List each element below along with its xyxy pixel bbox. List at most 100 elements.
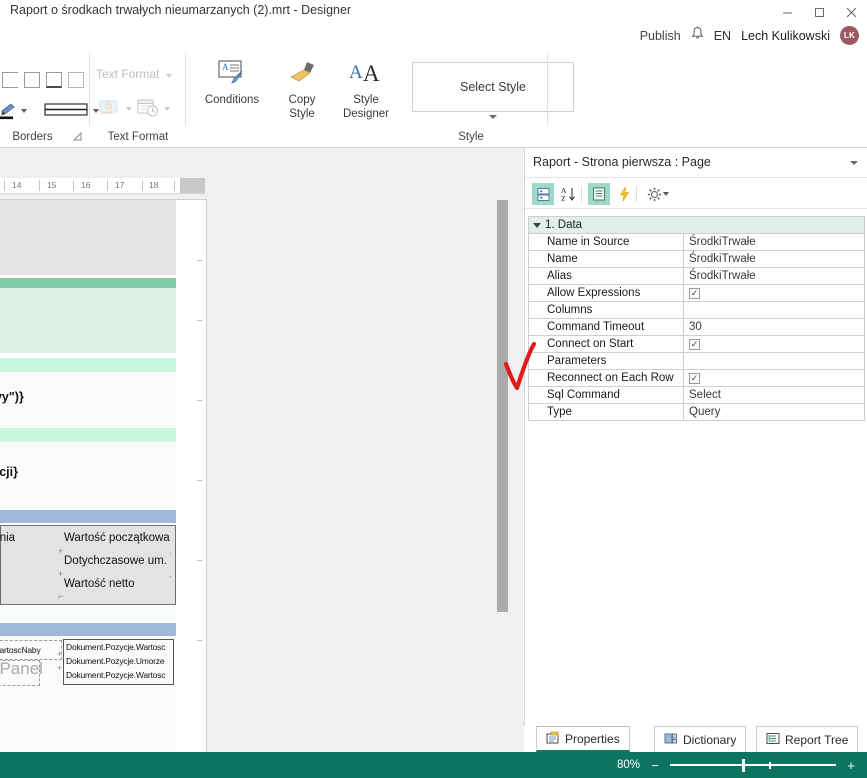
table-row[interactable]: Alias ŚrodkiTrwałe <box>529 268 864 285</box>
canvas-panel-box[interactable] <box>0 660 40 686</box>
report-band-group-header[interactable] <box>0 278 176 288</box>
property-value[interactable] <box>684 302 864 318</box>
report-band-gap[interactable] <box>0 606 176 623</box>
alphabetical-sort-icon[interactable]: A Z <box>558 183 580 205</box>
vertical-ruler[interactable] <box>195 200 206 778</box>
report-band-data[interactable]: yyy")} <box>0 374 176 429</box>
table-row[interactable]: Command Timeout 30 <box>529 319 864 336</box>
property-value[interactable]: Select <box>684 387 864 403</box>
close-button[interactable] <box>835 0 867 24</box>
currency-format-caret-icon[interactable] <box>126 107 132 111</box>
datetime-format-icon[interactable] <box>136 97 162 119</box>
canvas-text[interactable]: Wartość netto <box>64 578 135 590</box>
property-value[interactable]: 30 <box>684 319 864 335</box>
tab-dictionary[interactable]: Dictionary <box>654 726 747 752</box>
report-band-group-body[interactable] <box>0 288 176 353</box>
window-title: Raport o środkach trwałych nieumarzanych… <box>10 3 352 17</box>
categorized-view-icon[interactable] <box>532 183 554 205</box>
property-value[interactable]: ŚrodkiTrwałe <box>684 234 864 250</box>
canvas-field[interactable]: Dokument.Pozycje.Wartosc <box>66 670 165 680</box>
gear-icon[interactable] <box>643 183 665 205</box>
border-none-button[interactable] <box>68 72 84 88</box>
avatar[interactable]: LK <box>840 26 859 45</box>
property-category-header[interactable]: 1. Data <box>529 217 864 234</box>
property-name: Type <box>529 404 684 420</box>
report-band-data-header[interactable] <box>0 358 176 372</box>
property-value[interactable]: ŚrodkiTrwałe <box>684 268 864 284</box>
table-row[interactable]: Type Query <box>529 404 864 421</box>
property-value-checkbox[interactable]: ✓ <box>684 285 864 301</box>
checkbox-checked-icon[interactable]: ✓ <box>689 372 700 384</box>
collapse-triangle-icon[interactable] <box>533 222 541 228</box>
report-band-column-header[interactable] <box>0 510 176 523</box>
properties-icon[interactable] <box>588 183 610 205</box>
table-row[interactable]: Name in Source ŚrodkiTrwałe <box>529 234 864 251</box>
report-band-footer-strip[interactable] <box>0 428 176 442</box>
tab-properties[interactable]: Properties <box>536 726 630 752</box>
properties-object-selector[interactable]: Raport - Strona pierwsza : Page <box>525 148 867 178</box>
canvas-text[interactable]: Wartość początkowa <box>64 532 170 544</box>
property-value[interactable]: ŚrodkiTrwałe <box>684 251 864 267</box>
checkbox-checked-icon[interactable]: ✓ <box>689 338 700 350</box>
table-row[interactable]: Reconnect on Each Row ✓ <box>529 370 864 387</box>
border-left-button[interactable] <box>2 72 18 88</box>
report-band-detail-header[interactable] <box>0 623 176 636</box>
zoom-out-button[interactable]: − <box>649 759 661 772</box>
canvas-field[interactable]: Dokument.Pozycje.Umorze <box>66 656 165 666</box>
canvas-text[interactable]: wania <box>0 532 15 544</box>
tab-report-tree[interactable]: Report Tree <box>756 726 859 752</box>
conditions-button[interactable]: A Conditions <box>196 55 268 107</box>
border-line-width-icon[interactable] <box>44 101 90 119</box>
border-all-button[interactable] <box>24 72 40 88</box>
zoom-in-button[interactable]: + <box>845 759 857 772</box>
bell-icon[interactable] <box>691 26 704 46</box>
property-value-checkbox[interactable]: ✓ <box>684 370 864 386</box>
canvas-field[interactable]: WartoscNaby <box>0 645 41 655</box>
table-row[interactable]: Connect on Start ✓ <box>529 336 864 353</box>
canvas-text[interactable]: yyy")} <box>0 390 24 404</box>
report-band-detail[interactable]: WartoscNaby _Panel Dokument.Pozycje.Wart… <box>0 637 176 699</box>
select-style-caret-icon[interactable] <box>489 115 497 119</box>
zoom-slider[interactable] <box>670 758 836 772</box>
table-row[interactable]: Sql Command Select <box>529 387 864 404</box>
table-row[interactable]: Name ŚrodkiTrwałe <box>529 251 864 268</box>
maximize-button[interactable] <box>803 0 835 24</box>
select-style-box[interactable]: Select Style <box>412 62 574 112</box>
report-band-table-header[interactable]: wania Wartość początkowa Dotychczasowe u… <box>0 525 176 605</box>
ribbon-group-style: A Conditions Copy Style A A Style Design… <box>186 47 574 147</box>
chevron-down-icon[interactable] <box>850 161 858 165</box>
text-format-dropdown[interactable]: Text Format <box>96 67 159 81</box>
horizontal-ruler[interactable]: 14 15 16 17 18 <box>0 178 205 194</box>
copy-style-button[interactable]: Copy Style <box>274 55 330 121</box>
language-selector[interactable]: EN <box>714 29 731 43</box>
property-value-checkbox[interactable]: ✓ <box>684 336 864 352</box>
canvas-field[interactable]: Dokument.Pozycje.Wartosc <box>66 642 165 652</box>
zoom-slider-thumb[interactable] <box>742 759 745 772</box>
report-band-header[interactable] <box>0 200 176 275</box>
canvas-text[interactable]: zacji} <box>0 465 18 479</box>
properties-tab-icon <box>546 731 560 747</box>
canvas-text[interactable]: Dotychczasowe um. <box>64 555 167 567</box>
checkbox-checked-icon[interactable]: ✓ <box>689 287 700 299</box>
currency-format-icon[interactable] <box>98 97 124 119</box>
table-row[interactable]: Columns <box>529 302 864 319</box>
report-band-footer[interactable]: zacji} <box>0 443 176 508</box>
border-bottom-button[interactable] <box>46 72 62 88</box>
datetime-format-caret-icon[interactable] <box>164 107 170 111</box>
property-value[interactable]: Query <box>684 404 864 420</box>
property-value[interactable] <box>684 353 864 369</box>
report-page[interactable]: yyy")} zacji} wania Wartość początkowa D… <box>0 200 176 778</box>
publish-button[interactable]: Publish <box>640 29 681 43</box>
events-lightning-icon[interactable] <box>613 183 635 205</box>
minimize-button[interactable] <box>771 0 803 24</box>
canvas-vertical-scrollbar[interactable] <box>497 200 508 612</box>
chevron-down-icon[interactable] <box>166 74 172 78</box>
border-color-caret-icon[interactable] <box>21 109 27 113</box>
gear-caret-icon[interactable] <box>663 192 669 196</box>
report-canvas[interactable]: yyy")} zacji} wania Wartość początkowa D… <box>0 199 207 778</box>
user-name[interactable]: Lech Kulikowski <box>741 29 830 43</box>
table-row[interactable]: Parameters <box>529 353 864 370</box>
borders-dialog-launcher[interactable] <box>72 131 82 143</box>
style-designer-button[interactable]: A A Style Designer <box>334 55 398 121</box>
table-row[interactable]: Allow Expressions ✓ <box>529 285 864 302</box>
